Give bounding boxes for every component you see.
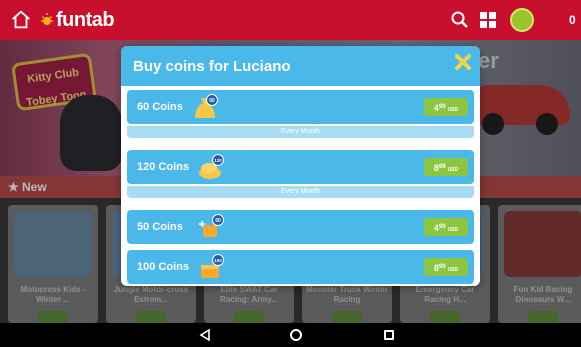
- home-nav-icon[interactable]: [290, 329, 302, 341]
- buy-coins-dialog: Buy coins for Luciano 60 Coins 60 499 USD…: [121, 46, 480, 286]
- top-bar: funtab 0: [0, 0, 581, 40]
- price-currency: USD: [447, 267, 459, 273]
- dialog-title: Buy coins for Luciano: [133, 58, 291, 75]
- close-icon[interactable]: [454, 53, 472, 71]
- coin-bag-icon: 120: [199, 154, 224, 179]
- price-cents: 99: [438, 164, 446, 170]
- coin-icon[interactable]: [510, 8, 534, 32]
- price-currency: USD: [447, 107, 459, 113]
- coin-bag-icon: 100: [201, 254, 224, 278]
- dialog-header: Buy coins for Luciano: [121, 46, 480, 86]
- price-button[interactable]: 499 USD: [424, 218, 468, 236]
- home-icon[interactable]: [10, 9, 32, 31]
- system-nav-bar: [0, 323, 581, 347]
- price-cents: 99: [438, 264, 446, 270]
- price-cents: 99: [438, 224, 446, 230]
- svg-text:60: 60: [209, 98, 215, 104]
- coin-offer-120[interactable]: 120 Coins 120 899 USD: [127, 150, 474, 184]
- offer-label: 60 Coins: [137, 101, 183, 113]
- offer-recurrence: Every Month: [127, 186, 474, 198]
- price-currency: USD: [447, 227, 459, 233]
- back-icon[interactable]: [199, 329, 211, 341]
- coin-offer-50[interactable]: 50 Coins 50 499 USD: [127, 210, 474, 244]
- funtab-screen: funtab 0 Kitty Club Tobey Toon er ★ New …: [0, 0, 581, 347]
- offer-label: 100 Coins: [137, 261, 189, 273]
- coin-count: 0: [569, 13, 576, 27]
- offer-label: 120 Coins: [137, 161, 189, 173]
- svg-text:100: 100: [214, 258, 222, 263]
- coin-bag-icon: 50: [199, 214, 224, 237]
- grid-icon[interactable]: [480, 12, 496, 28]
- price-button[interactable]: 899 USD: [424, 258, 468, 276]
- price-cents: 99: [438, 104, 446, 110]
- coin-offer-100[interactable]: 100 Coins 100 899 USD: [127, 250, 474, 284]
- logo-text: funtab: [56, 8, 115, 31]
- search-icon[interactable]: [450, 10, 470, 30]
- funtab-logo[interactable]: funtab: [40, 7, 115, 33]
- offer-label: 50 Coins: [137, 221, 183, 233]
- recents-icon[interactable]: [384, 330, 394, 340]
- offer-recurrence: Every Month: [127, 126, 474, 138]
- price-button[interactable]: 899 USD: [424, 158, 468, 176]
- svg-text:120: 120: [214, 158, 222, 163]
- sun-logo-icon: [41, 13, 53, 25]
- price-button[interactable]: 499 USD: [424, 98, 468, 116]
- coin-offer-60[interactable]: 60 Coins 60 499 USD: [127, 90, 474, 124]
- coin-bag-icon: 60: [195, 94, 218, 118]
- price-currency: USD: [447, 167, 459, 173]
- svg-text:50: 50: [215, 218, 221, 224]
